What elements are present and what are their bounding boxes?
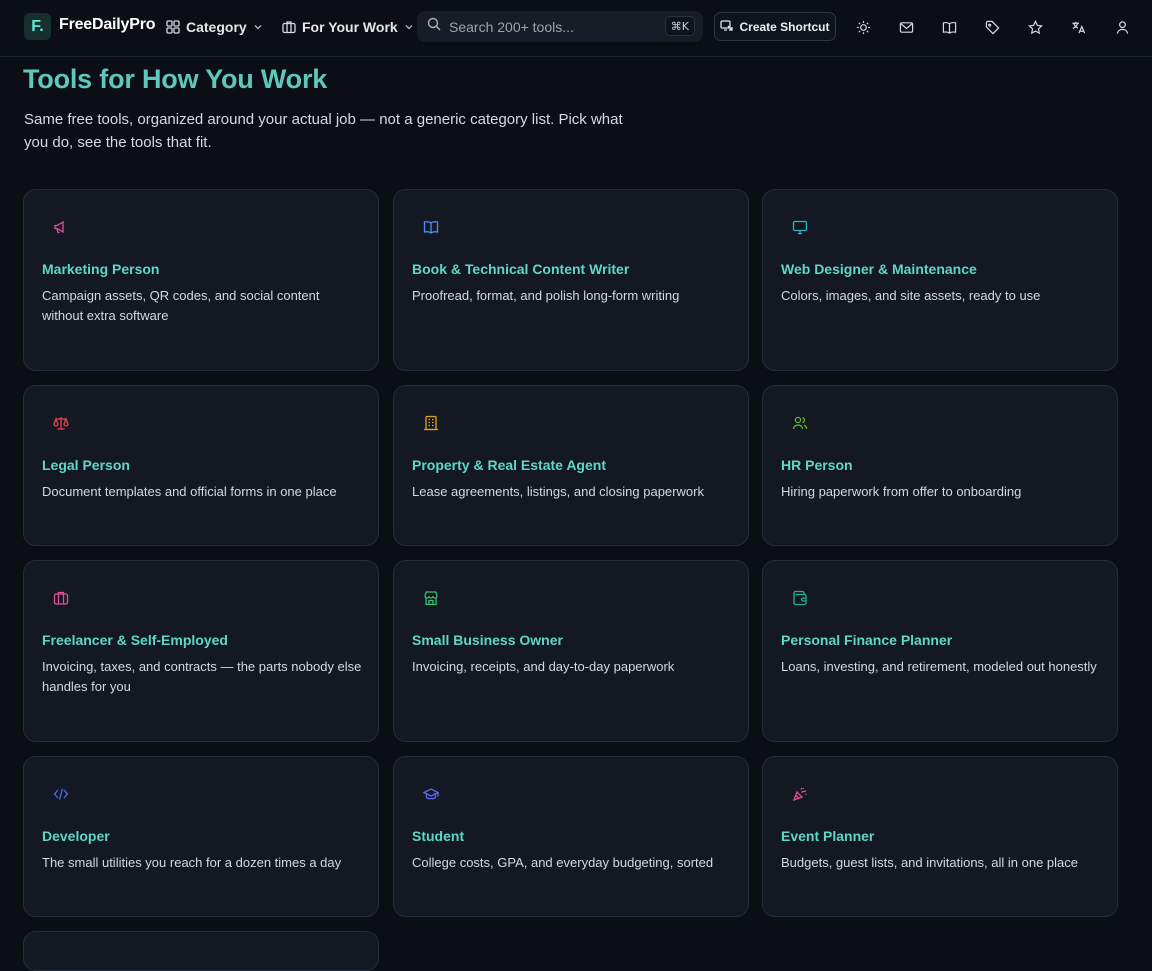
work-card-real-estate[interactable]: Property & Real Estate Agent Lease agree… [393, 385, 749, 546]
category-menu[interactable]: Category [166, 18, 263, 36]
work-card-personal-finance[interactable]: Personal Finance Planner Loans, investin… [762, 560, 1118, 742]
category-menu-label: Category [186, 19, 247, 35]
card-title: Freelancer & Self-Employed [42, 632, 228, 648]
card-description: College costs, GPA, and everyday budgeti… [412, 855, 714, 870]
for-your-work-menu-label: For Your Work [302, 19, 398, 35]
work-card-student[interactable]: Student College costs, GPA, and everyday… [393, 756, 749, 917]
card-description: Budgets, guest lists, and invitations, a… [781, 855, 1079, 870]
card-title: Event Planner [781, 828, 875, 844]
work-card-partial[interactable] [23, 931, 379, 971]
wallet-icon [791, 589, 809, 607]
card-description: Invoicing, taxes, and contracts — the pa… [42, 659, 362, 694]
card-description: Hiring paperwork from offer to onboardin… [781, 484, 1022, 499]
star-icon[interactable] [1026, 18, 1044, 36]
party-popper-icon [791, 785, 809, 803]
card-title: Marketing Person [42, 261, 160, 277]
card-title: Property & Real Estate Agent [412, 457, 606, 473]
work-card-book-writer[interactable]: Book & Technical Content Writer Proofrea… [393, 189, 749, 371]
grid-icon [166, 20, 180, 34]
card-description: Loans, investing, and retirement, modele… [781, 659, 1097, 674]
graduation-cap-icon [422, 785, 440, 803]
sun-icon[interactable] [854, 18, 872, 36]
building-icon [422, 414, 440, 432]
store-icon [422, 589, 440, 607]
translate-icon[interactable] [1069, 18, 1087, 36]
briefcase-icon [282, 20, 296, 34]
work-card-legal[interactable]: Legal Person Document templates and offi… [23, 385, 379, 546]
shortcut-icon [720, 19, 734, 35]
logo-mark[interactable]: F. [24, 13, 51, 40]
top-navigation-bar: F. FreeDailyPro Category For Your Work S… [0, 0, 1152, 57]
search-input[interactable]: Search 200+ tools... ⌘K [417, 11, 703, 42]
code-icon [52, 785, 70, 803]
scale-icon [52, 414, 70, 432]
mail-icon[interactable] [897, 18, 915, 36]
search-icon [427, 17, 441, 36]
work-card-web-designer[interactable]: Web Designer & Maintenance Colors, image… [762, 189, 1118, 371]
work-card-developer[interactable]: Developer The small utilities you reach … [23, 756, 379, 917]
card-title: Web Designer & Maintenance [781, 261, 977, 277]
chevron-down-icon [253, 22, 263, 32]
users-icon [791, 414, 809, 432]
card-title: Book & Technical Content Writer [412, 261, 630, 277]
card-description: Invoicing, receipts, and day-to-day pape… [412, 659, 675, 674]
card-title: HR Person [781, 457, 853, 473]
card-title: Small Business Owner [412, 632, 563, 648]
work-card-event-planner[interactable]: Event Planner Budgets, guest lists, and … [762, 756, 1118, 917]
card-description: Colors, images, and site assets, ready t… [781, 288, 1041, 303]
create-shortcut-button[interactable]: Create Shortcut [714, 12, 836, 41]
for-your-work-menu[interactable]: For Your Work [282, 18, 414, 36]
briefcase-icon [52, 589, 70, 607]
page-subtitle: Same free tools, organized around your a… [24, 111, 623, 151]
chevron-down-icon [404, 22, 414, 32]
user-icon[interactable] [1113, 18, 1131, 36]
book-icon[interactable] [940, 18, 958, 36]
work-card-marketing[interactable]: Marketing Person Campaign assets, QR cod… [23, 189, 379, 371]
megaphone-icon [52, 218, 70, 236]
card-description: Campaign assets, QR codes, and social co… [42, 288, 320, 323]
search-placeholder: Search 200+ tools... [449, 18, 574, 35]
card-description: Proofread, format, and polish long-form … [412, 288, 680, 303]
tag-icon[interactable] [983, 18, 1001, 36]
work-card-freelancer[interactable]: Freelancer & Self-Employed Invoicing, ta… [23, 560, 379, 742]
card-description: Lease agreements, listings, and closing … [412, 484, 704, 499]
card-description: Document templates and official forms in… [42, 484, 337, 499]
book-open-icon [422, 218, 440, 236]
card-title: Student [412, 828, 465, 844]
page-title: Tools for How You Work [23, 64, 328, 94]
create-shortcut-label: Create Shortcut [739, 19, 830, 34]
work-card-hr[interactable]: HR Person Hiring paperwork from offer to… [762, 385, 1118, 546]
card-title: Developer [42, 828, 110, 844]
card-description: The small utilities you reach for a doze… [42, 855, 342, 870]
work-card-small-business[interactable]: Small Business Owner Invoicing, receipts… [393, 560, 749, 742]
search-shortcut-hint: ⌘K [664, 16, 695, 36]
monitor-icon [791, 218, 809, 236]
card-title: Legal Person [42, 457, 130, 473]
brand-name[interactable]: FreeDailyPro [59, 16, 156, 34]
card-title: Personal Finance Planner [781, 632, 953, 648]
